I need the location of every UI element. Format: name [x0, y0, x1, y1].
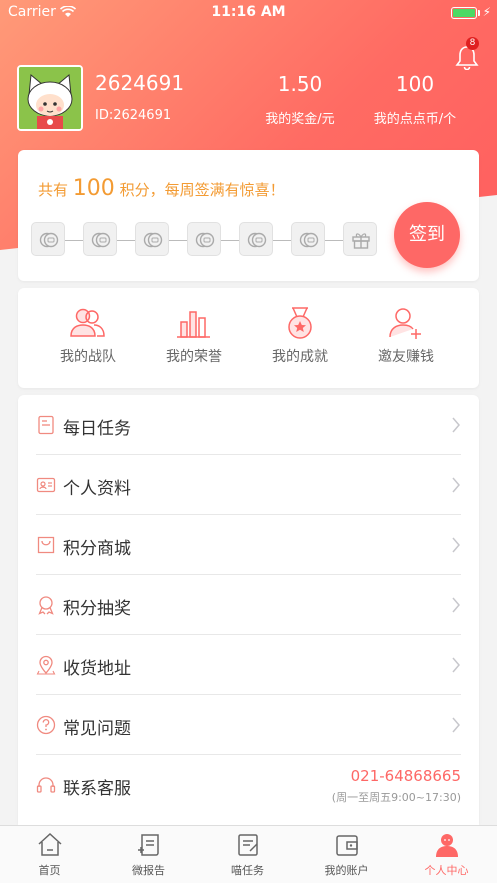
invite-icon	[389, 308, 421, 339]
bonus-value: 1.50	[277, 72, 323, 96]
chevron-right-icon	[452, 717, 460, 733]
menu-item-customer-service[interactable]: 联系客服 021-64868665 (周一至周五9:00~17:30)	[36, 755, 461, 815]
menu-label: 联系客服	[63, 779, 131, 799]
quick-label: 我的成就	[272, 349, 328, 365]
signin-day-row	[31, 222, 379, 258]
day-gift-icon	[343, 222, 377, 256]
quick-links-card: 我的战队 我的荣誉 我的成就 邀友赚钱	[18, 288, 479, 388]
award-icon	[38, 596, 54, 615]
tab-bar: 首页 微报告 喵任务 我的账户 个人中心	[0, 825, 497, 883]
chevron-right-icon	[452, 417, 460, 433]
team-icon	[70, 308, 105, 337]
user-id: ID:2624691	[95, 108, 172, 123]
coins-value: 100	[395, 72, 435, 96]
chevron-right-icon	[452, 537, 460, 553]
honor-icon	[177, 311, 210, 338]
bonus-label: 我的奖金/元	[265, 112, 335, 127]
status-bar: Carrier 11:16 AM ⚡	[0, 0, 497, 26]
quick-label: 邀友赚钱	[378, 349, 434, 365]
service-phone[interactable]: 021-64868665	[351, 767, 461, 785]
menu-label: 积分商城	[63, 539, 131, 559]
shopping-bag-icon	[37, 536, 55, 554]
day-coin-icon	[31, 222, 65, 256]
person-icon	[435, 834, 458, 857]
headset-icon	[36, 777, 56, 793]
menu-label: 个人资料	[63, 479, 131, 499]
question-icon	[36, 715, 56, 735]
avatar[interactable]	[17, 65, 83, 131]
quick-my-team[interactable]: 我的战队	[38, 306, 138, 366]
tab-label: 我的账户	[324, 864, 369, 877]
bonus-stat[interactable]: 1.50 我的奖金/元	[250, 72, 350, 127]
tab-personal-center[interactable]: 个人中心	[397, 832, 496, 878]
clock: 11:16 AM	[211, 4, 286, 20]
chevron-right-icon	[452, 597, 460, 613]
signin-summary: 共有 100 积分，每周签满有惊喜！	[38, 176, 285, 201]
quick-label: 我的荣誉	[166, 349, 222, 365]
day-coin-icon	[83, 222, 117, 256]
home-icon	[37, 832, 62, 856]
signin-button[interactable]: 签到	[394, 202, 460, 268]
menu-label: 每日任务	[63, 419, 131, 439]
tab-home[interactable]: 首页	[0, 832, 99, 878]
menu-item-points-lottery[interactable]: 积分抽奖	[36, 575, 461, 635]
wallet-icon	[335, 835, 358, 856]
mission-icon	[237, 834, 258, 856]
coins-stat[interactable]: 100 我的点点币/个	[360, 72, 470, 127]
quick-my-achievement[interactable]: 我的成就	[250, 306, 350, 366]
day-coin-icon	[291, 222, 325, 256]
menu-label: 收货地址	[63, 659, 131, 679]
quick-invite-friends[interactable]: 邀友赚钱	[356, 306, 456, 366]
day-coin-icon	[187, 222, 221, 256]
battery-icon	[451, 7, 477, 19]
user-name: 2624691	[95, 71, 185, 95]
menu-label: 积分抽奖	[63, 599, 131, 619]
cat-avatar-icon	[19, 67, 81, 129]
medal-icon	[288, 307, 312, 339]
chevron-right-icon	[452, 657, 460, 673]
day-coin-icon	[135, 222, 169, 256]
tab-label: 个人中心	[424, 864, 469, 877]
tab-label: 喵任务	[231, 864, 264, 877]
menu-item-points-mall[interactable]: 积分商城	[36, 515, 461, 575]
menu-card: 每日任务 个人资料 积分商城 积分抽奖 收货地址 常见问题 联系客服 021-6…	[18, 395, 479, 825]
profile-card-icon	[36, 477, 56, 493]
notification-badge: 8	[466, 37, 479, 50]
tab-label: 首页	[38, 864, 61, 877]
menu-item-faq[interactable]: 常见问题	[36, 695, 461, 755]
signin-card: 共有 100 积分，每周签满有惊喜！ 签到	[18, 150, 479, 281]
tab-mission[interactable]: 喵任务	[198, 832, 297, 878]
menu-item-daily-tasks[interactable]: 每日任务	[36, 395, 461, 455]
charging-icon: ⚡	[482, 5, 491, 19]
task-icon	[38, 415, 54, 435]
signin-prefix: 共有	[38, 181, 69, 199]
service-hours: (周一至周五9:00~17:30)	[331, 791, 461, 804]
menu-item-profile[interactable]: 个人资料	[36, 455, 461, 515]
report-icon	[137, 834, 159, 856]
day-coin-icon	[239, 222, 273, 256]
signin-points: 100	[72, 176, 115, 201]
chevron-right-icon	[452, 477, 460, 493]
tab-micro-report[interactable]: 微报告	[99, 832, 198, 878]
tab-label: 微报告	[132, 864, 165, 877]
tab-my-account[interactable]: 我的账户	[297, 832, 396, 878]
quick-label: 我的战队	[60, 349, 116, 365]
menu-label: 常见问题	[63, 719, 131, 739]
quick-my-honor[interactable]: 我的荣誉	[144, 306, 244, 366]
location-pin-icon	[36, 655, 56, 675]
coins-label: 我的点点币/个	[373, 112, 457, 127]
signin-suffix: 积分，每周签满有惊喜！	[119, 181, 285, 199]
menu-item-shipping-address[interactable]: 收货地址	[36, 635, 461, 695]
